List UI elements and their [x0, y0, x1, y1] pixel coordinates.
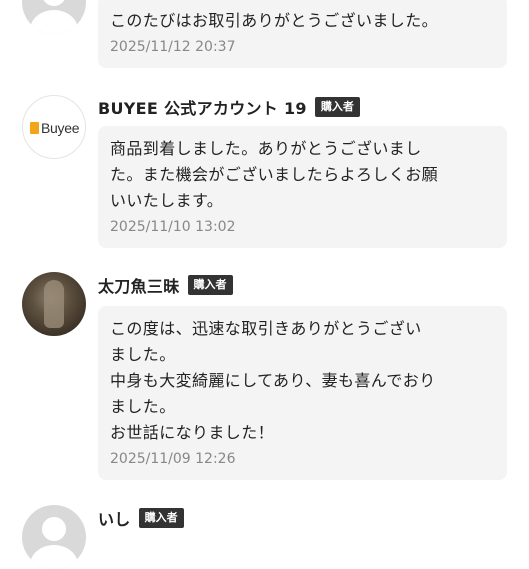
avatar-body-icon [30, 545, 78, 569]
buyee-logo: Buyee [30, 120, 80, 136]
review-date: 2025/11/09 12:26 [110, 451, 236, 467]
avatar-body-icon [30, 10, 78, 34]
review-message: この度は、迅速な取引きありがとうござい ました。 中身も大変綺麗にしてあり、妻も… [110, 319, 436, 442]
buyer-badge: 購入者 [187, 275, 233, 295]
buyee-avatar[interactable]: Buyee [22, 95, 86, 159]
buyer-badge: 購入者 [138, 508, 184, 528]
reviewer-photo-avatar[interactable] [22, 272, 86, 336]
review-message: このたびはお取引ありがとうございました。 [110, 11, 439, 30]
review-bubble: この度は、迅速な取引きありがとうござい ました。 中身も大変綺麗にしてあり、妻も… [98, 306, 507, 480]
review-date: 2025/11/10 13:02 [110, 219, 236, 235]
avatar-head-icon [42, 0, 66, 6]
reviewer-name-row: BUYEE 公式アカウント 19 購入者 [98, 96, 360, 118]
reviewer-name-row: 太刀魚三昧 購入者 [98, 274, 233, 296]
buyee-logo-text: Buyee [41, 120, 80, 136]
review-bubble: 商品到着しました。ありがとうございまし た。また機会がございましたらよろしくお願… [98, 126, 507, 248]
reviewer-name[interactable]: 太刀魚三昧 [98, 273, 180, 297]
buyee-bag-icon [30, 122, 39, 134]
reviewer-name[interactable]: BUYEE 公式アカウント 19 [98, 95, 307, 119]
avatar-photo-subject [44, 280, 64, 328]
user-avatar[interactable] [22, 505, 86, 569]
reviewer-name-row: いし 購入者 [98, 507, 184, 529]
buyer-badge: 購入者 [314, 97, 360, 117]
avatar-head-icon [42, 517, 66, 541]
review-bubble: このたびはお取引ありがとうございました。 2025/11/12 20:37 [98, 0, 507, 68]
review-date: 2025/11/12 20:37 [110, 39, 236, 55]
reviewer-name[interactable]: いし [98, 506, 131, 530]
user-avatar[interactable] [22, 0, 86, 34]
review-message: 商品到着しました。ありがとうございまし た。また機会がございましたらよろしくお願… [110, 139, 439, 210]
